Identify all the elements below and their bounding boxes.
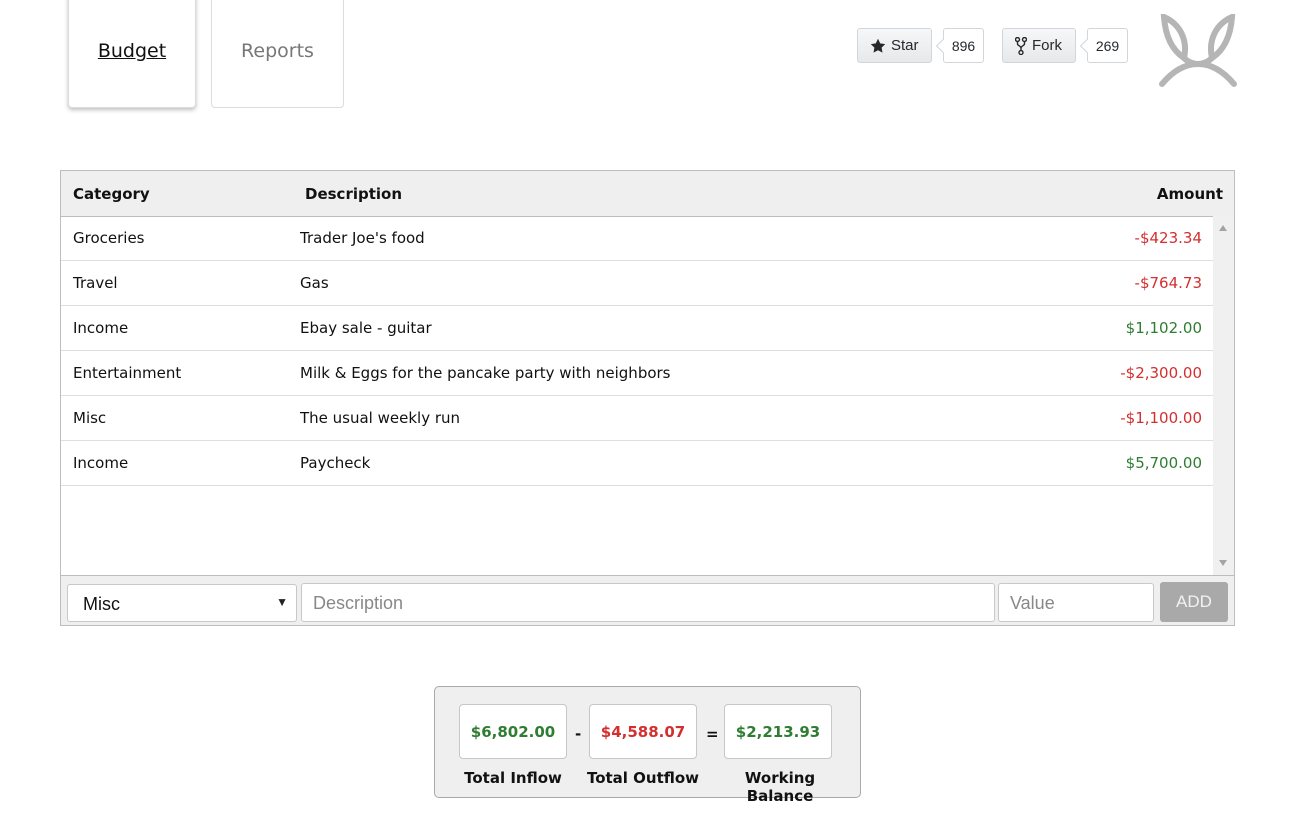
- value-placeholder: Value: [1010, 593, 1055, 613]
- row-description: Gas: [300, 274, 329, 292]
- description-input[interactable]: Description: [301, 583, 995, 622]
- row-category: Entertainment: [73, 364, 182, 382]
- row-amount: -$1,100.00: [1120, 409, 1202, 427]
- row-amount: -$764.73: [1134, 274, 1202, 292]
- total-outflow-label: Total Outflow: [586, 769, 700, 787]
- fork-button[interactable]: Fork: [1002, 28, 1076, 63]
- row-amount: -$2,300.00: [1120, 364, 1202, 382]
- row-amount: $5,700.00: [1125, 454, 1202, 472]
- row-category: Travel: [73, 274, 118, 292]
- header-description: Description: [305, 185, 403, 203]
- fork-count[interactable]: 269: [1087, 28, 1128, 63]
- table-header: Category Description Amount: [61, 171, 1234, 217]
- tab-reports-label: Reports: [241, 40, 314, 62]
- working-balance-value: $2,213.93: [724, 704, 832, 759]
- header-amount: Amount: [1156, 185, 1223, 203]
- table-row[interactable]: Travel Gas -$764.73: [61, 261, 1213, 306]
- table-body[interactable]: Groceries Trader Joe's food -$423.34 Tra…: [61, 216, 1213, 575]
- entry-form: Misc ▼ Description Value ADD: [61, 575, 1234, 625]
- row-category: Groceries: [73, 229, 145, 247]
- row-description: Paycheck: [300, 454, 371, 472]
- row-description: Ebay sale - guitar: [300, 319, 432, 337]
- summary-panel: $6,802.00 - $4,588.07 = $2,213.93 Total …: [434, 686, 861, 805]
- total-inflow-value: $6,802.00: [459, 704, 567, 759]
- category-select-value: Misc: [83, 594, 120, 614]
- row-amount: $1,102.00: [1125, 319, 1202, 337]
- star-count[interactable]: 896: [943, 28, 984, 63]
- table-row[interactable]: Income Ebay sale - guitar $1,102.00: [61, 306, 1213, 351]
- star-button[interactable]: Star: [857, 28, 932, 63]
- equals-symbol: =: [706, 725, 719, 743]
- budget-table: Category Description Amount Groceries Tr…: [60, 170, 1235, 626]
- tab-budget-label: Budget: [97, 40, 167, 62]
- star-icon: [870, 38, 886, 53]
- row-category: Misc: [73, 409, 107, 427]
- total-outflow-value: $4,588.07: [589, 704, 697, 759]
- add-button[interactable]: ADD: [1160, 582, 1228, 622]
- scroll-down-icon[interactable]: [1219, 560, 1227, 566]
- row-description: Milk & Eggs for the pancake party with n…: [300, 364, 671, 382]
- table-row[interactable]: Entertainment Milk & Eggs for the pancak…: [61, 351, 1213, 396]
- fork-label: Fork: [1032, 37, 1062, 54]
- row-amount: -$423.34: [1134, 229, 1202, 247]
- working-balance-label: Working Balance: [744, 769, 816, 805]
- table-row[interactable]: Groceries Trader Joe's food -$423.34: [61, 216, 1213, 261]
- table-scrollbar[interactable]: [1213, 216, 1234, 575]
- row-category: Income: [73, 454, 129, 472]
- leaf-logo-icon: [1159, 14, 1237, 87]
- table-row[interactable]: Misc The usual weekly run -$1,100.00: [61, 396, 1213, 441]
- table-row[interactable]: Income Paycheck $5,700.00: [61, 441, 1213, 486]
- fork-icon: [1015, 36, 1027, 55]
- row-description: The usual weekly run: [300, 409, 461, 427]
- caret-down-icon: ▼: [276, 595, 288, 609]
- minus-symbol: -: [575, 725, 582, 743]
- tab-budget[interactable]: Budget: [68, 0, 196, 108]
- star-label: Star: [891, 37, 919, 54]
- description-placeholder: Description: [313, 593, 404, 613]
- header-category: Category: [73, 185, 150, 203]
- scroll-up-icon[interactable]: [1219, 225, 1227, 231]
- tab-reports[interactable]: Reports: [211, 0, 344, 108]
- total-inflow-label: Total Inflow: [464, 769, 562, 787]
- row-category: Income: [73, 319, 129, 337]
- value-input[interactable]: Value: [998, 583, 1154, 622]
- category-select[interactable]: Misc ▼: [67, 584, 297, 622]
- row-description: Trader Joe's food: [300, 229, 425, 247]
